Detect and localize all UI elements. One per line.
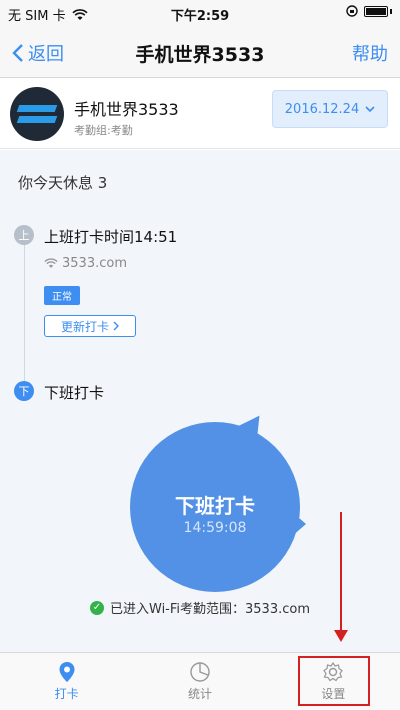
status-bar: 无 SIM 卡 下午2:59 [0,0,400,26]
chevron-down-icon [365,106,375,113]
date-selector[interactable]: 2016.12.24 [272,90,388,128]
checkout-title: 下班打卡 [44,384,105,402]
checkin-marker: 上 [14,225,34,245]
pie-chart-icon [189,661,211,683]
checkin-wifi: 3533.com [44,256,127,271]
rotation-lock-icon [346,5,358,17]
tab-checkin-label: 打卡 [54,687,79,701]
battery-tip [390,8,392,14]
check-circle-icon: ✓ [90,600,104,615]
company-name: 手机世界3533 [74,100,179,119]
tab-statistics[interactable]: 统计 [133,653,266,710]
status-badge: 正常 [44,286,80,305]
update-checkin-label: 更新打卡 [60,319,109,334]
checkin-wifi-name: 3533.com [62,256,127,271]
help-button[interactable]: 帮助 [352,40,388,66]
tab-statistics-label: 统计 [187,687,212,701]
checkin-title: 上班打卡时间14:51 [44,228,178,246]
checkout-time: 14:59:08 [183,520,247,536]
wifi-range-text: 已进入Wi-Fi考勤范围：3533.com [110,602,310,617]
chevron-right-icon [113,321,119,331]
status-right [346,5,392,17]
timeline-line [24,234,25,384]
battery-icon [364,5,388,17]
status-time: 下午2:59 [170,9,230,24]
tab-checkin[interactable]: 打卡 [0,653,133,710]
attendance-group: 考勤组:考勤 [74,124,133,137]
annotation-arrow-head [334,630,348,642]
update-checkin-button[interactable]: 更新打卡 [44,315,136,337]
date-label: 2016.12.24 [284,101,360,117]
page-title: 手机世界3533 [135,44,265,66]
checkout-marker: 下 [14,381,34,401]
checkout-button[interactable]: 下班打卡 14:59:08 [130,402,310,592]
company-logo [10,87,64,141]
annotation-highlight-box [298,656,370,706]
wifi-icon [44,258,58,268]
checkout-button-label: 下班打卡 [175,494,255,518]
location-pin-icon [58,661,76,683]
rest-notice: 你今天休息 3 [18,174,108,192]
profile-header: 手机世界3533 考勤组:考勤 2016.12.24 [0,79,400,149]
nav-bar: 返回 手机世界3533 帮助 [0,26,400,78]
annotation-arrow-line [340,512,342,632]
